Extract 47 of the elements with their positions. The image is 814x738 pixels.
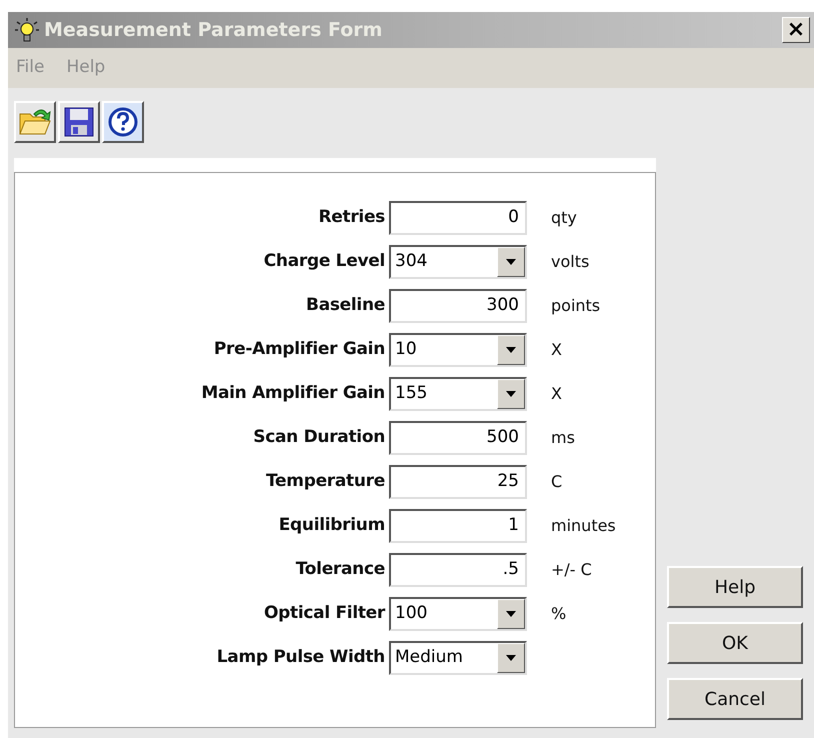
input-field[interactable]: 500 <box>389 421 527 455</box>
unit-label: X <box>551 383 562 405</box>
unit-label: C <box>551 471 562 493</box>
unit-label: ms <box>551 427 575 449</box>
field-label: Retries <box>317 206 386 230</box>
field-label: Temperature <box>265 470 386 494</box>
dropdown-field[interactable]: 155 <box>389 377 527 411</box>
unit-label: volts <box>551 251 590 273</box>
unit-label: points <box>551 295 600 317</box>
lightbulb-icon <box>14 17 40 43</box>
field-label: Equilibrium <box>278 514 386 538</box>
close-button[interactable]: × <box>782 17 810 43</box>
field-label: Baseline <box>305 294 386 318</box>
dialog-button[interactable]: Cancel <box>667 678 803 720</box>
field-label: Pre-Amplifier Gain <box>212 338 386 362</box>
dropdown-field[interactable]: 304 <box>389 245 527 279</box>
field-label: Lamp Pulse Width <box>216 646 386 670</box>
input-field[interactable]: 1 <box>389 509 527 543</box>
dropdown-arrow-icon <box>505 346 517 354</box>
field-label: Tolerance <box>294 558 386 582</box>
dropdown-arrow-icon <box>505 654 517 662</box>
input-field[interactable]: 25 <box>389 465 527 499</box>
field-label: Charge Level <box>262 250 386 274</box>
dialog-button[interactable]: Help <box>667 566 803 608</box>
field-label: Main Amplifier Gain <box>200 382 386 406</box>
dropdown-arrow-icon <box>505 390 517 398</box>
dialog-button[interactable]: OK <box>667 622 803 664</box>
dropdown-field[interactable]: 100 <box>389 597 527 631</box>
unit-label: X <box>551 339 562 361</box>
dropdown-arrow-icon <box>505 258 517 266</box>
field-label: Scan Duration <box>252 426 386 450</box>
input-field[interactable]: .5 <box>389 553 527 587</box>
question-icon <box>107 106 139 138</box>
save-button[interactable] <box>58 101 100 143</box>
help-button[interactable] <box>102 101 144 143</box>
unit-label: qty <box>551 207 577 229</box>
open-button[interactable] <box>14 101 56 143</box>
input-field[interactable]: 300 <box>389 289 527 323</box>
unit-label: minutes <box>551 515 616 537</box>
dropdown-field[interactable]: 10 <box>389 333 527 367</box>
dropdown-field[interactable]: Medium <box>389 641 527 675</box>
window-title: Measurement Parameters Form <box>44 18 382 43</box>
unit-label: +/- C <box>551 559 592 581</box>
field-label: Optical Filter <box>263 602 386 626</box>
dropdown-arrow-icon <box>505 610 517 618</box>
unit-label: % <box>551 603 566 625</box>
input-field[interactable]: 0 <box>389 201 527 235</box>
